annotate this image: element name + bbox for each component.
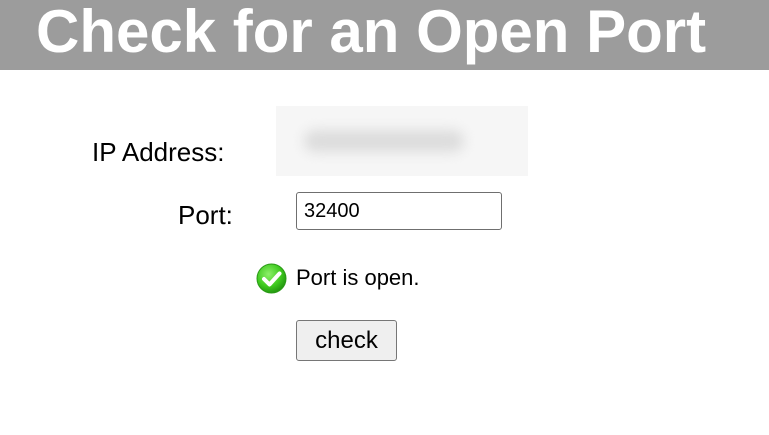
title-bar: Check for an Open Port [0, 0, 769, 70]
port-input[interactable] [296, 192, 502, 230]
ip-address-label: IP Address: [92, 137, 225, 167]
status-text: Port is open. [296, 265, 420, 290]
green-checkmark-icon [256, 263, 287, 294]
ip-address-value-redacted [276, 106, 528, 176]
page-title: Check for an Open Port [36, 0, 707, 65]
port-status: Port is open. [256, 262, 420, 294]
redacted-blur [304, 130, 464, 152]
check-button[interactable]: check [296, 320, 397, 361]
open-port-checker-page: Check for an Open Port IP Address: Port:… [0, 0, 769, 435]
port-label: Port: [178, 200, 233, 230]
